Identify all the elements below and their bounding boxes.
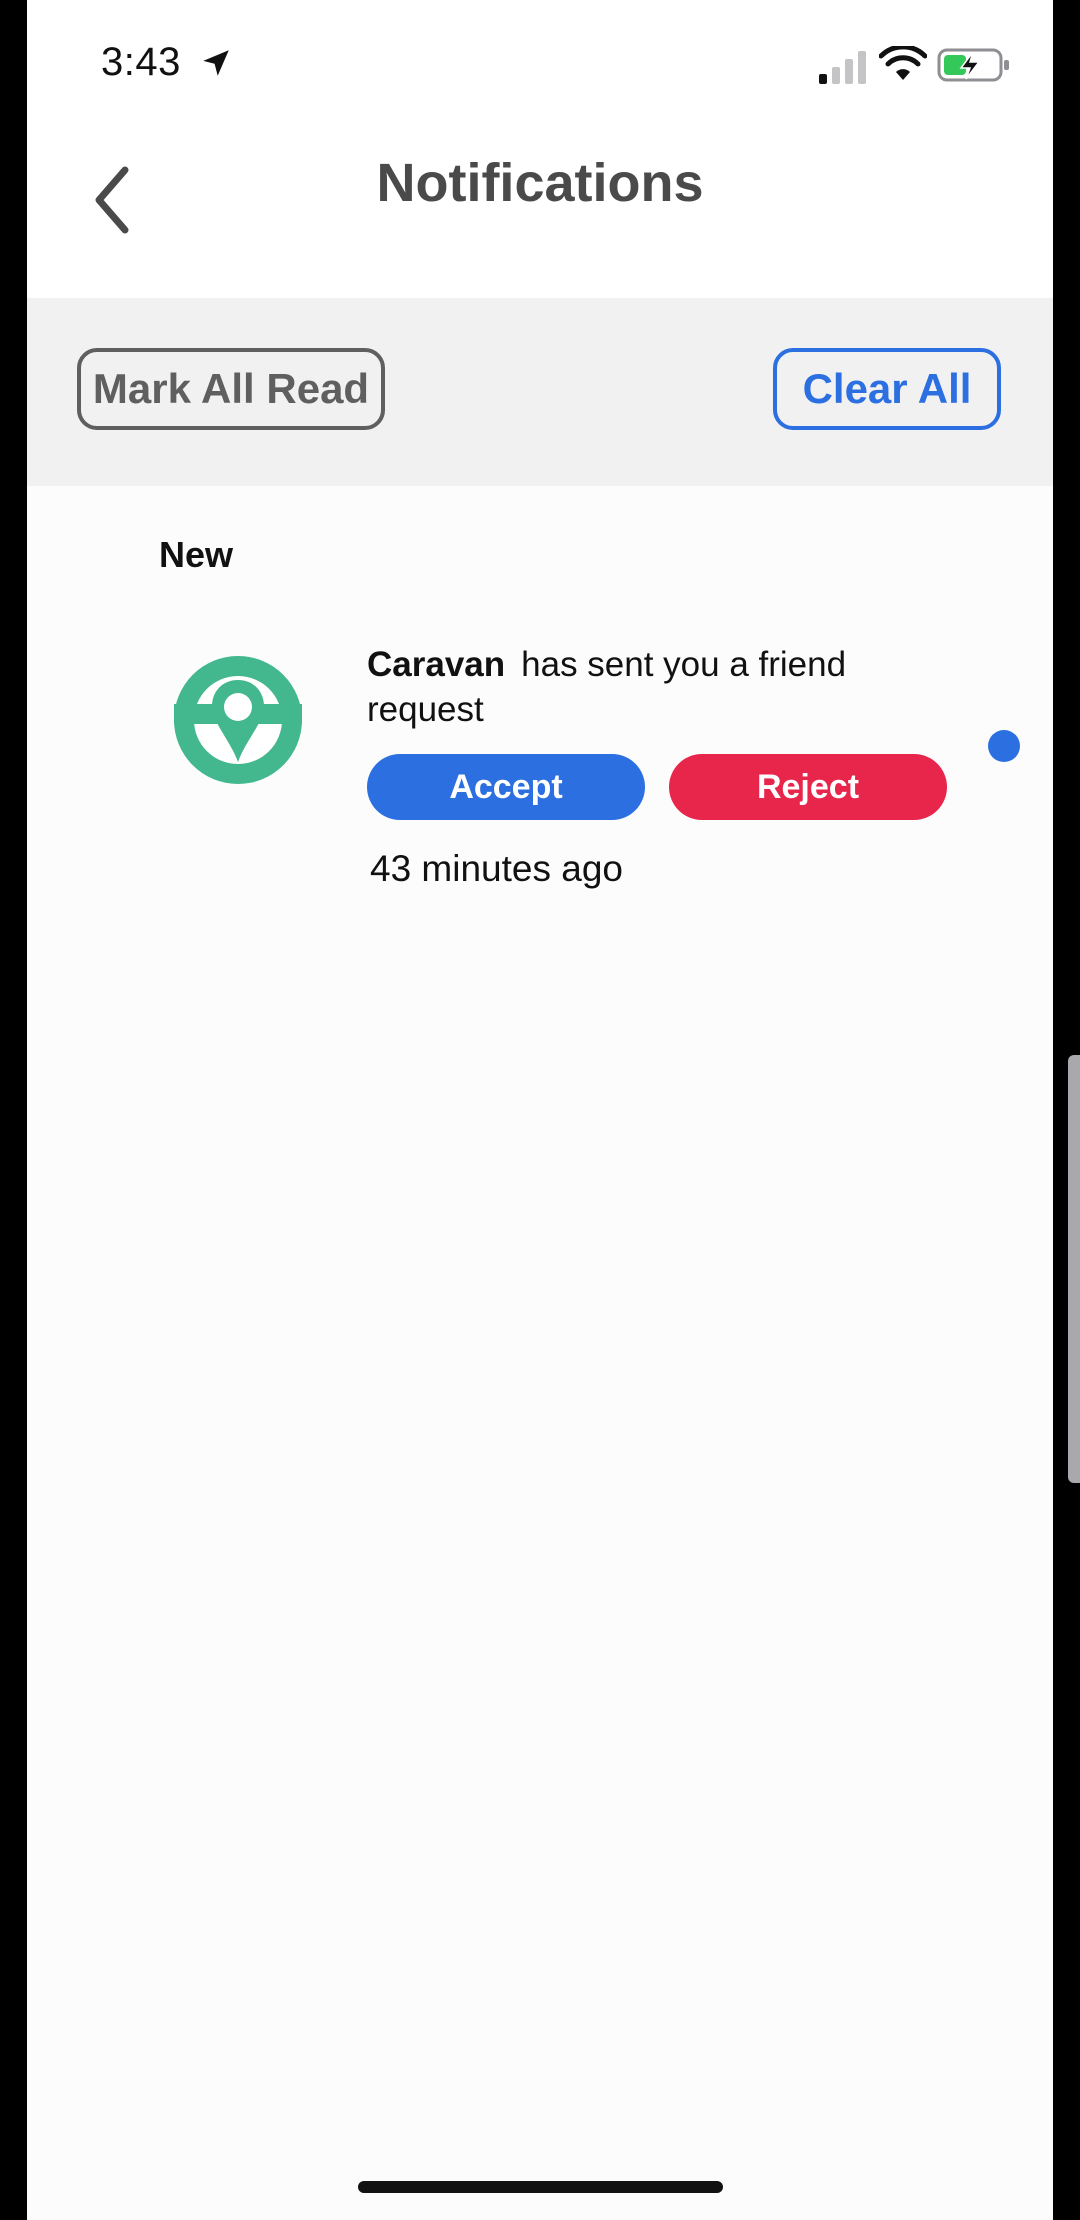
notification-item: Caravan has sent you a friend request Acc… xyxy=(27,630,1053,900)
section-label-new: New xyxy=(159,534,234,575)
home-indicator xyxy=(358,2181,723,2193)
notification-time: 43 minutes ago xyxy=(370,848,624,889)
battery-charging-icon xyxy=(937,48,1009,82)
reject-button[interactable]: Reject xyxy=(669,754,947,820)
unread-indicator xyxy=(988,730,1020,762)
accept-button[interactable]: Accept xyxy=(367,754,645,820)
location-arrow-icon xyxy=(203,50,229,76)
notification-message: Caravan has sent you a friend request xyxy=(367,642,847,732)
page-title: Notifications xyxy=(376,153,704,213)
nav-header: Notifications xyxy=(27,130,1053,298)
mark-all-read-button[interactable]: Mark All Read xyxy=(77,348,385,430)
wifi-icon xyxy=(879,46,927,80)
cellular-signal-icon xyxy=(819,51,866,84)
status-time: 3:43 xyxy=(101,40,181,84)
scrollbar[interactable] xyxy=(1068,1055,1080,1483)
caravan-logo-icon xyxy=(174,656,302,784)
status-bar: 3:43 xyxy=(27,0,1053,130)
notifications-screen: 3:43 Notifications Mark All Read Clear A… xyxy=(27,0,1053,2220)
notification-sender: Caravan xyxy=(367,645,506,684)
actions-toolbar: Mark All Read Clear All xyxy=(27,298,1053,486)
clear-all-button[interactable]: Clear All xyxy=(773,348,1001,430)
